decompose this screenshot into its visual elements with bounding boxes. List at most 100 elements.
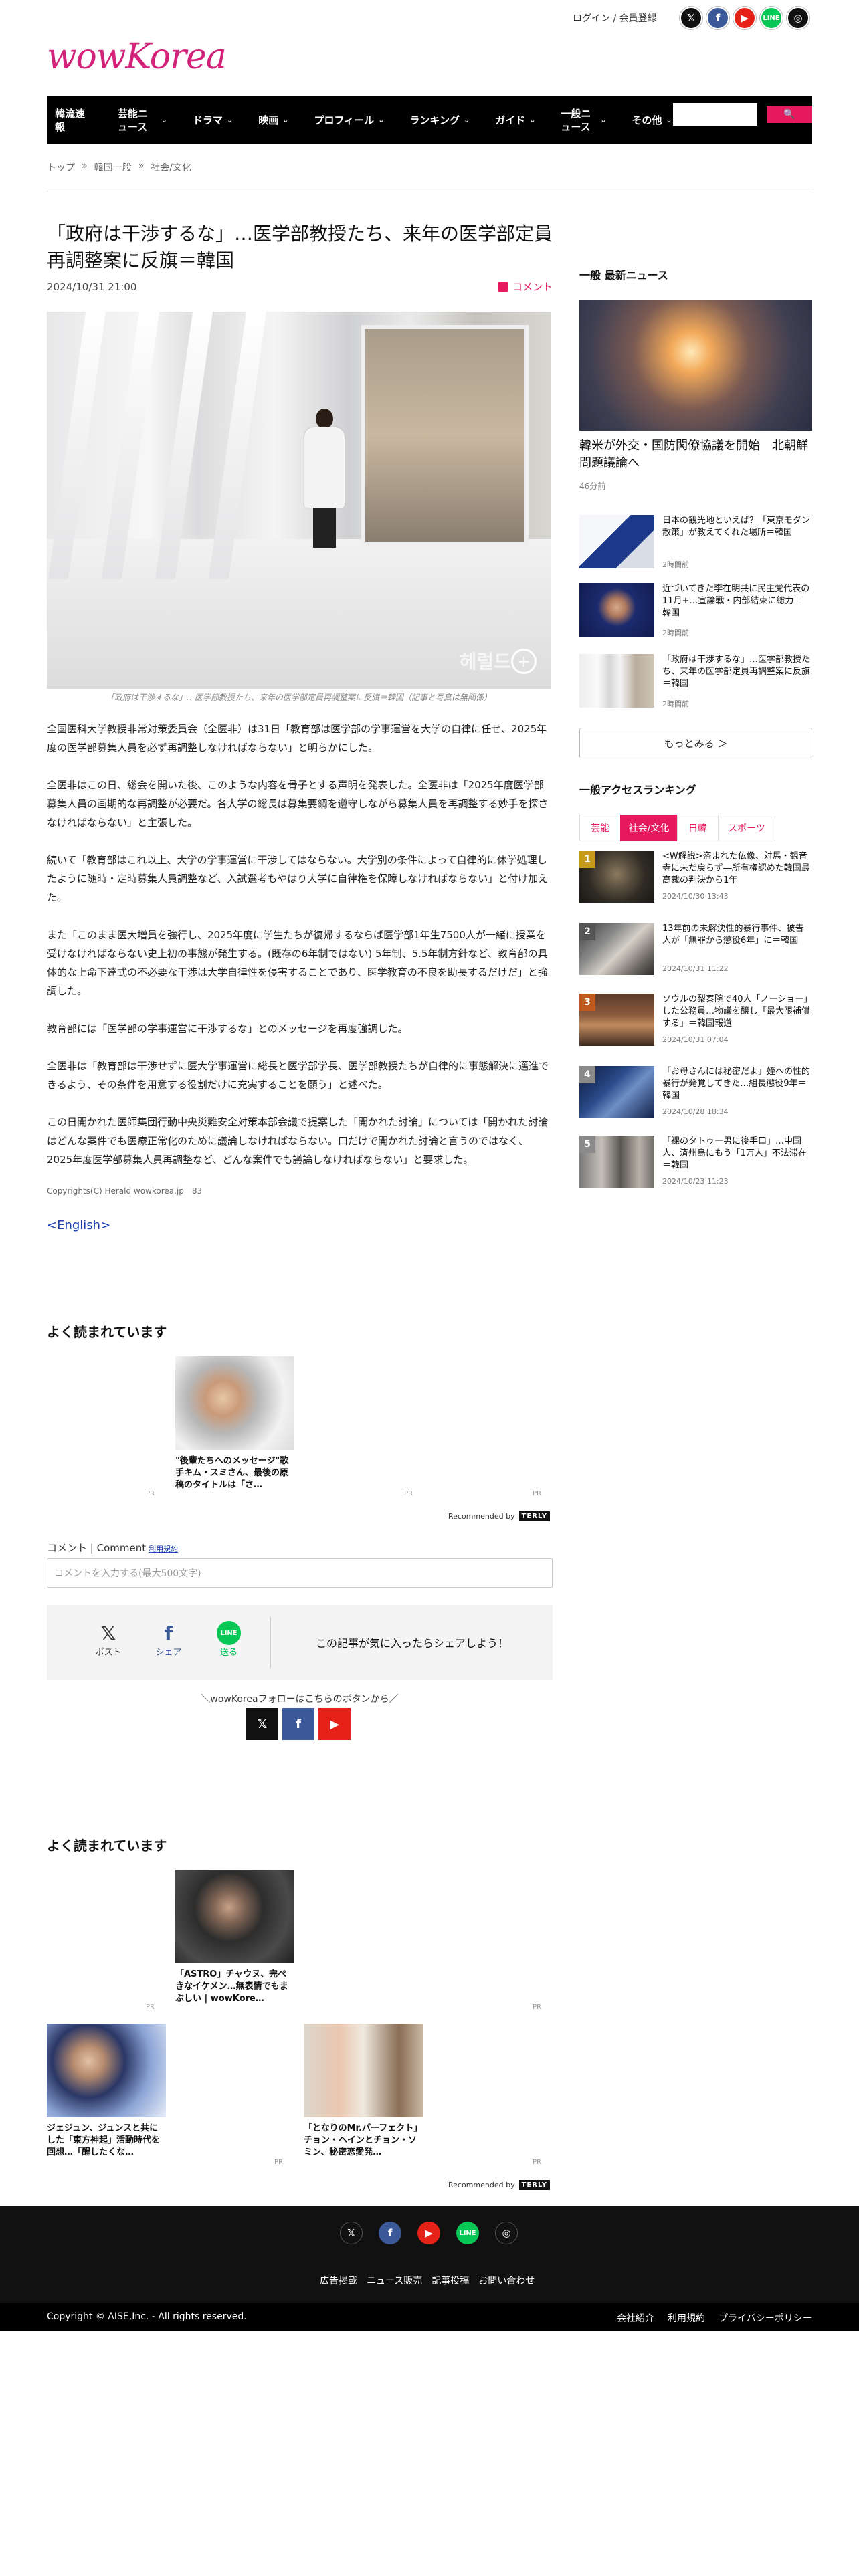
zoom-icon[interactable]: +: [511, 649, 537, 674]
recommended-by[interactable]: Recommended by TERLY: [448, 2180, 551, 2190]
share-facebook-button[interactable]: f シェア: [149, 1621, 189, 1658]
site-logo[interactable]: wowKorea: [47, 37, 227, 77]
footer-link-contact[interactable]: お問い合わせ: [478, 2274, 535, 2287]
sidebar-news-item[interactable]: 近づいてきた李在明共に民主党代表の11月+…宣論戦・内部結束に総力＝韓国 2時間…: [579, 583, 812, 641]
facebook-icon: f: [164, 1622, 173, 1644]
nav-item-other[interactable]: その他 ⌄: [632, 114, 672, 127]
bottom-link-privacy[interactable]: プライバシーポリシー: [719, 2311, 812, 2325]
ranking-item[interactable]: 1 <W解説>盗まれた仏像、対馬・観音寺に未だ戻らず―所有権認めた韓国最高裁の判…: [579, 851, 812, 905]
comment-link-label: コメント: [512, 281, 553, 293]
x-icon[interactable]: 𝕏: [680, 7, 702, 29]
breadcrumb-society[interactable]: 社会/文化: [151, 160, 191, 174]
footer-link-news-sales[interactable]: ニュース販売: [367, 2274, 422, 2287]
bottom-link-terms[interactable]: 利用規約: [668, 2311, 705, 2325]
ranking-number: 3: [579, 994, 595, 1011]
facebook-icon[interactable]: f: [379, 2222, 401, 2244]
more-button[interactable]: もっとみる ＞: [579, 728, 812, 758]
nav-item-general-news[interactable]: 一般ニュース ⌄: [561, 107, 606, 134]
recommended-card-title: 「となりのMr.パーフェクト」チョン・ヘインとチョン・ソミン、秘密恋愛発…: [304, 2123, 423, 2157]
login-link[interactable]: ログイン / 会員登録: [573, 11, 657, 25]
nav-label: 芸能ニュース: [118, 108, 149, 133]
terms-link[interactable]: 利用規約: [149, 1545, 178, 1553]
search-input[interactable]: [673, 103, 757, 126]
ranking-title-text: 「裸のタトゥー男に後手口」…中国人、済州島にもう「1万人」不法滞在＝韓国: [662, 1136, 807, 1170]
bottom-links: 会社紹介 利用規約 プライバシーポリシー: [617, 2311, 812, 2325]
comment-link[interactable]: コメント: [498, 280, 553, 294]
tab-entertainment[interactable]: 芸能: [579, 815, 621, 841]
recommender-logo: TERLY: [518, 2180, 551, 2190]
recommended-by[interactable]: Recommended by TERLY: [448, 1511, 551, 1521]
ranking-time: 2024/10/23 11:23: [662, 1177, 729, 1186]
article-headline: 「政府は干渉するな」…医学部教授たち、来年の医学部定員再調整案に反旗＝韓国: [47, 223, 553, 272]
pr-label: PR: [274, 2159, 283, 2166]
recommended-card[interactable]: 「ASTRO」チャウヌ、完ぺきなイケメン…無表情でもまぶしい | wowKore…: [175, 1870, 294, 2005]
recommended-image: [304, 2024, 423, 2117]
ranking-item[interactable]: 5 「裸のタトゥー男に後手口」…中国人、済州島にもう「1万人」不法滞在＝韓国 2…: [579, 1136, 812, 1190]
nav-label: 韓流速報: [55, 108, 86, 133]
recommended-card[interactable]: ジェジュン、ジュンスと共にした「東方神起」活動時代を回想…「醒したくな…: [47, 2024, 166, 2159]
english-link[interactable]: <English>: [47, 1218, 110, 1232]
nav-label: 映画: [258, 114, 279, 126]
ranking-item[interactable]: 3 ソウルの梨泰院で40人「ノーショー」した公務員…物議を醸し「最大限補償する」…: [579, 994, 812, 1049]
tab-sports[interactable]: スポーツ: [718, 815, 775, 841]
comment-label: コメント | Comment: [47, 1542, 147, 1554]
sidebar-news-item[interactable]: 日本の観光地といえば？「東京モダン散策」が教えてくれた場所＝韓国 2時間前: [579, 515, 812, 572]
share-x-button[interactable]: 𝕏 ポスト: [88, 1621, 128, 1658]
facebook-icon[interactable]: f: [282, 1708, 314, 1740]
youtube-icon[interactable]: ▶: [318, 1708, 351, 1740]
sidebar-item-time: 2時間前: [662, 700, 689, 708]
breadcrumb-general[interactable]: 韓国一般: [94, 160, 132, 174]
ranking-number: 2: [579, 923, 595, 940]
ranking-time: 2024/10/31 11:22: [662, 964, 729, 973]
nav-item-flash[interactable]: 韓流速報: [55, 107, 92, 134]
youtube-icon[interactable]: ▶: [417, 2222, 440, 2244]
facebook-icon[interactable]: f: [706, 7, 729, 29]
line-icon[interactable]: LINE: [456, 2222, 479, 2244]
search-button[interactable]: 🔍: [767, 106, 812, 123]
share-line-button[interactable]: LINE 送る: [209, 1621, 249, 1658]
sidebar-main-image[interactable]: [579, 300, 812, 431]
share-facebook-label: シェア: [155, 1648, 182, 1658]
chevron-down-icon: ⌄: [463, 116, 470, 124]
footer-link-ads[interactable]: 広告掲載: [320, 2274, 357, 2287]
comment-input[interactable]: コメントを入力する(最大500文字): [47, 1558, 553, 1588]
x-icon[interactable]: 𝕏: [246, 1708, 278, 1740]
youtube-icon[interactable]: ▶: [733, 7, 756, 29]
instagram-icon[interactable]: ◎: [495, 2222, 518, 2244]
nav-item-entertainment[interactable]: 芸能ニュース ⌄: [118, 107, 167, 134]
share-x-label: ポスト: [95, 1648, 122, 1658]
main-nav: 韓流速報 芸能ニュース ⌄ ドラマ ⌄ 映画 ⌄ プロフィール ⌄ ランキング ⌄ ガイド…: [47, 96, 812, 144]
ranking-item[interactable]: 4 「お母さんには秘密だよ」姪への性的暴行が発覚してきた…組長懲役9年＝韓国 2…: [579, 1066, 812, 1121]
breadcrumb-separator: »: [138, 160, 145, 171]
chevron-down-icon: ⌄: [600, 116, 607, 124]
nav-item-ranking[interactable]: ランキング ⌄: [409, 114, 470, 127]
sidebar-latest-title: 一般 最新ニュース: [579, 269, 668, 282]
line-icon[interactable]: LINE: [760, 7, 783, 29]
tab-society[interactable]: 社会/文化: [620, 815, 678, 841]
tab-japan-korea[interactable]: 日韓: [677, 815, 719, 841]
nav-item-profile[interactable]: プロフィール ⌄: [314, 114, 384, 127]
instagram-icon[interactable]: ◎: [787, 7, 809, 29]
nav-item-guide[interactable]: ガイド ⌄: [495, 114, 535, 127]
breadcrumb-top[interactable]: トップ: [47, 160, 75, 174]
sidebar-news-item[interactable]: 「政府は干渉するな」…医学部教授たち、来年の医学部定員再調整案に反旗＝韓国 2時…: [579, 654, 812, 712]
pr-label: PR: [146, 2004, 155, 2011]
article-paragraph: 全国医科大学教授非常対策委員会（全医非）は31日「教育部は医学部の学事運営を大学…: [47, 723, 547, 754]
chevron-down-icon: ⌄: [227, 116, 233, 124]
nav-item-movie[interactable]: 映画 ⌄: [258, 114, 288, 127]
recommended-card[interactable]: 「となりのMr.パーフェクト」チョン・ヘインとチョン・ソミン、秘密恋愛発…: [304, 2024, 423, 2159]
recommended-card[interactable]: "後輩たちへのメッセージ"歌手キム・スミさん、最後の原稿のタイトルは「さ…: [175, 1356, 294, 1491]
ranking-number: 1: [579, 851, 595, 868]
sidebar-main-title[interactable]: 韓米が外交・国防閣僚協議を開始 北朝鮮問題議論へ: [579, 437, 812, 472]
footer-link-submit[interactable]: 記事投稿: [432, 2274, 469, 2287]
nav-label: プロフィール: [314, 114, 375, 126]
nav-item-drama[interactable]: ドラマ ⌄: [193, 114, 233, 127]
nav-label: ランキング: [409, 114, 460, 126]
recommended-title: よく読まれています: [47, 1324, 167, 1340]
ranking-item[interactable]: 2 13年前の未解決性的暴行事件、被告人が「無罪から懲役6年」に＝韓国 2024…: [579, 923, 812, 978]
bottom-link-company[interactable]: 会社紹介: [617, 2311, 654, 2325]
x-icon[interactable]: 𝕏: [340, 2222, 363, 2244]
article-hero-image[interactable]: 헤럴드 +: [47, 312, 551, 689]
recommended-by-text: Recommended by: [448, 2181, 515, 2189]
sidebar-item-title: 近づいてきた李在明共に民主党代表の11月+…宣論戦・内部結束に総力＝韓国: [662, 584, 810, 618]
